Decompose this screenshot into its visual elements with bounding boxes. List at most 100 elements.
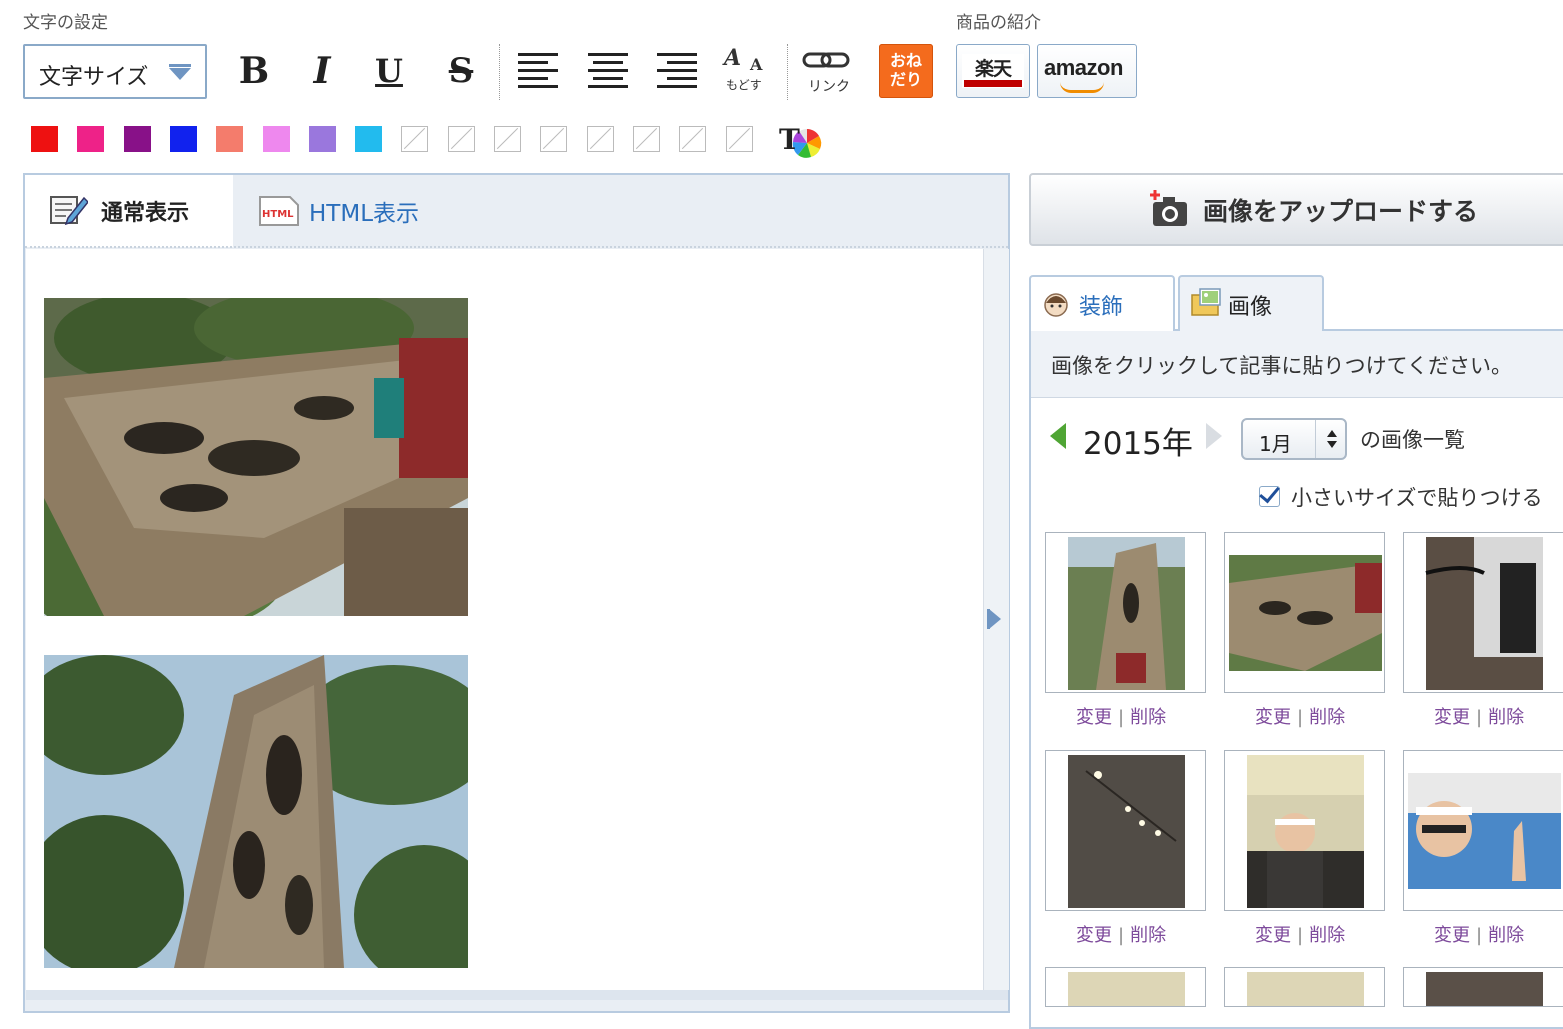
thumbnail-actions: 変更 | 削除	[1434, 925, 1525, 946]
text-settings-label: 文字の設定	[23, 13, 108, 33]
align-left-button[interactable]	[518, 53, 560, 89]
svg-text:T: T	[779, 123, 800, 156]
reset-size-button[interactable]: A A もどす	[724, 45, 772, 97]
thumbnail[interactable]	[1224, 750, 1385, 911]
camera-upload-icon	[1150, 190, 1187, 226]
thumbnail-image	[1229, 555, 1382, 671]
small-size-checkbox[interactable]	[1259, 481, 1280, 507]
toolbar-divider	[499, 44, 500, 100]
month-select-value: 1月	[1259, 432, 1292, 456]
svg-text:HTML: HTML	[262, 209, 294, 220]
upload-image-label: 画像をアップロードする	[1203, 197, 1479, 226]
color-swatch[interactable]	[216, 126, 243, 152]
delete-link[interactable]: 削除	[1488, 707, 1524, 728]
image-list-label: の画像一覧	[1360, 428, 1465, 452]
thumbnail-actions: 変更 | 削除	[1434, 707, 1525, 728]
instruction-bar: 画像をクリックして記事に貼りつけてください。	[1031, 331, 1563, 398]
thumbnail[interactable]	[1224, 532, 1385, 693]
underline-button[interactable]: U	[366, 46, 412, 96]
face-icon	[1044, 293, 1068, 317]
link-icon	[802, 52, 850, 68]
thumbnail-image	[1068, 537, 1185, 690]
rakuten-logo: 楽天	[962, 54, 1024, 88]
delete-link[interactable]: 削除	[1309, 925, 1345, 946]
tab-decoration-label: 装飾	[1079, 295, 1124, 320]
change-link[interactable]: 変更	[1076, 707, 1112, 728]
change-link[interactable]: 変更	[1434, 925, 1470, 946]
link-button[interactable]: リンク	[800, 46, 852, 96]
tab-html-label[interactable]: HTML表示	[309, 194, 419, 228]
change-link[interactable]: 変更	[1076, 925, 1112, 946]
empty-color-swatch[interactable]	[494, 126, 521, 152]
thumbnail-actions: 変更 | 削除	[1076, 707, 1167, 728]
align-center-button[interactable]	[588, 53, 630, 89]
tab-normal-label: 通常表示	[101, 201, 190, 226]
empty-color-swatch[interactable]	[587, 126, 614, 152]
prev-year-arrow-icon[interactable]	[1050, 423, 1066, 449]
tab-image-label: 画像	[1228, 295, 1273, 320]
delete-link[interactable]: 削除	[1130, 925, 1166, 946]
product-intro-label: 商品の紹介	[956, 13, 1041, 33]
thumbnail[interactable]	[1403, 750, 1563, 911]
color-swatch[interactable]	[31, 126, 58, 152]
change-link[interactable]: 変更	[1255, 925, 1291, 946]
empty-color-swatch[interactable]	[540, 126, 567, 152]
collapse-arrow-icon[interactable]	[989, 609, 1001, 629]
thumbnail-actions: 変更 | 削除	[1255, 707, 1346, 728]
reset-size-icon: A	[724, 45, 742, 71]
empty-color-swatch[interactable]	[401, 126, 428, 152]
month-select[interactable]: 1月	[1241, 418, 1347, 460]
thumbnail[interactable]	[1045, 532, 1206, 693]
font-size-select[interactable]: 文字サイズ	[23, 44, 207, 99]
align-right-button[interactable]	[657, 53, 699, 89]
thumbnail[interactable]	[1224, 967, 1385, 1007]
color-swatch[interactable]	[309, 126, 336, 152]
onedari-button[interactable]: おね だり	[879, 44, 933, 98]
rakuten-button[interactable]: 楽天	[956, 44, 1030, 98]
strikethrough-button[interactable]: S	[438, 46, 484, 96]
amazon-logo: amazon	[1044, 55, 1123, 80]
change-link[interactable]: 変更	[1434, 707, 1470, 728]
italic-button[interactable]: I	[299, 46, 345, 96]
thumbnail-actions: 変更 | 削除	[1255, 925, 1346, 946]
instruction-text: 画像をクリックして記事に貼りつけてください。	[1051, 354, 1512, 378]
empty-color-swatch[interactable]	[633, 126, 660, 152]
color-swatch[interactable]	[124, 126, 151, 152]
small-size-label: 小さいサイズで貼りつける	[1291, 486, 1543, 510]
color-picker-icon[interactable]: T	[778, 122, 824, 160]
thumbnail[interactable]	[1045, 750, 1206, 911]
delete-link[interactable]: 削除	[1488, 925, 1524, 946]
year-label: 2015年	[1083, 426, 1193, 462]
empty-color-swatch[interactable]	[448, 126, 475, 152]
html-file-icon: HTML	[259, 196, 299, 226]
upload-image-button[interactable]: 画像をアップロードする	[1029, 173, 1563, 246]
change-link[interactable]: 変更	[1255, 707, 1291, 728]
amazon-button[interactable]: amazon	[1037, 44, 1137, 98]
thumbnail-image	[1247, 755, 1364, 908]
thumbnail[interactable]	[1403, 532, 1563, 693]
empty-color-swatch[interactable]	[679, 126, 706, 152]
color-swatch[interactable]	[355, 126, 382, 152]
editor-image-tree-2[interactable]	[44, 655, 468, 968]
stepper-up-icon	[1327, 430, 1337, 437]
thumbnail-image	[1425, 537, 1543, 690]
edit-note-icon	[50, 196, 88, 226]
color-swatch[interactable]	[263, 126, 290, 152]
delete-link[interactable]: 削除	[1309, 707, 1345, 728]
empty-color-swatch[interactable]	[726, 126, 753, 152]
thumbnail[interactable]	[1403, 967, 1563, 1007]
image-folder-icon	[1191, 288, 1221, 316]
rakuten-logo-text: 楽天	[974, 58, 1012, 80]
thumbnail[interactable]	[1045, 967, 1206, 1007]
tab-image[interactable]: 画像	[1178, 275, 1324, 333]
bold-button[interactable]: B	[231, 46, 277, 96]
color-swatch[interactable]	[77, 126, 104, 152]
thumbnail-image	[1068, 755, 1185, 908]
next-year-arrow-icon[interactable]	[1206, 423, 1222, 449]
delete-link[interactable]: 削除	[1130, 707, 1166, 728]
thumbnail-image	[1408, 773, 1561, 889]
thumbnail-actions: 変更 | 削除	[1076, 925, 1167, 946]
color-swatch[interactable]	[170, 126, 197, 152]
tab-decoration[interactable]: 装飾	[1029, 275, 1175, 331]
editor-image-tree-1[interactable]	[44, 298, 468, 616]
